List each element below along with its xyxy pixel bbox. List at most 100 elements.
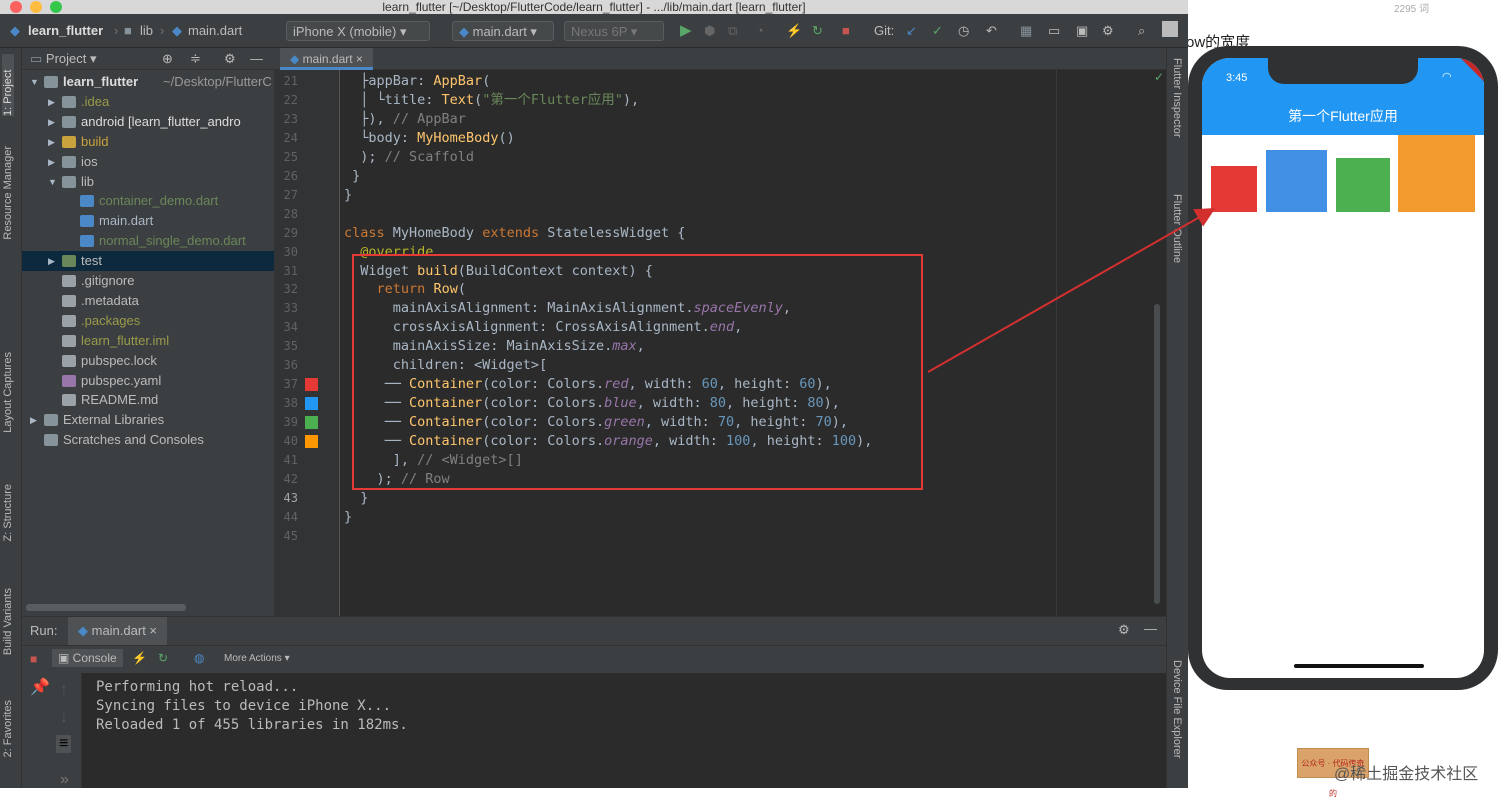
hide-panel-icon[interactable]: — <box>250 48 263 70</box>
close-window-icon[interactable] <box>10 1 22 13</box>
hide-panel-icon[interactable]: — <box>1144 621 1157 636</box>
code-line[interactable]: ├appBar: AppBar( <box>344 72 490 91</box>
chevron-right-icon[interactable]: ▶ <box>48 132 60 152</box>
horizontal-scrollbar[interactable] <box>26 604 186 611</box>
tree-item[interactable]: ▶ test <box>22 251 274 272</box>
tree-item[interactable]: .metadata <box>22 291 274 311</box>
emulator-selector[interactable]: Nexus 6P ▾ <box>564 21 664 41</box>
color-swatch-icon[interactable] <box>305 397 318 411</box>
tree-item[interactable]: .packages <box>22 311 274 331</box>
locate-icon[interactable]: ⊕ <box>162 48 173 70</box>
tree-item[interactable]: ▼ lib <box>22 172 274 192</box>
chevron-down-icon[interactable]: ▼ <box>48 172 60 192</box>
chevron-right-icon[interactable]: ▶ <box>48 112 60 132</box>
code-line[interactable]: │ └title: Text("第一个Flutter应用"), <box>344 91 639 110</box>
chevron-right-icon[interactable]: ▶ <box>30 410 42 430</box>
tree-item[interactable]: ▶ build <box>22 132 274 152</box>
more-icon[interactable]: » <box>60 771 69 788</box>
code-line[interactable]: ├), // AppBar <box>344 110 466 129</box>
hot-restart-icon[interactable]: ↻ <box>812 21 823 41</box>
devtools-icon[interactable]: ◍ <box>194 651 204 665</box>
project-panel-title[interactable]: Project <box>46 51 86 66</box>
tab-favorites[interactable]: 2: Favorites <box>2 700 14 757</box>
breadcrumb-project[interactable]: learn_flutter <box>28 21 103 41</box>
breadcrumb-file[interactable]: main.dart <box>188 21 242 41</box>
console-tab[interactable]: ▣ Console <box>52 649 123 667</box>
tree-item[interactable]: ▶ ios <box>22 152 274 172</box>
search-icon[interactable]: ⌕ <box>1138 21 1145 41</box>
chevron-down-icon[interactable]: ▼ <box>30 72 42 92</box>
gear-icon[interactable]: ⚙ <box>224 48 236 70</box>
avatar[interactable] <box>1162 21 1178 37</box>
maximize-window-icon[interactable] <box>50 1 62 13</box>
tree-item[interactable]: Scratches and Consoles <box>22 430 274 450</box>
vertical-scrollbar[interactable] <box>1154 304 1160 604</box>
git-commit-icon[interactable]: ✓ <box>932 21 943 41</box>
run-icon[interactable]: ▶ <box>680 21 692 41</box>
sdk-manager-icon[interactable]: ▭ <box>1048 21 1060 41</box>
project-panel-header: ▭ Project ▾ ⊕ ≑ ⚙ — <box>22 48 274 70</box>
tree-item[interactable]: pubspec.lock <box>22 351 274 371</box>
more-actions-button[interactable]: More Actions ▾ <box>224 653 290 664</box>
tab-device-file-explorer[interactable]: Device File Explorer <box>1171 660 1183 758</box>
tree-item[interactable]: container_demo.dart <box>22 191 274 211</box>
hot-reload-icon[interactable]: ⚡ <box>132 651 147 665</box>
code-line[interactable]: } <box>344 489 368 508</box>
hot-reload-icon[interactable]: ⚡ <box>786 21 802 41</box>
color-swatch-icon[interactable] <box>305 435 318 449</box>
run-tab-main-dart[interactable]: ◆ main.dart × <box>68 617 168 645</box>
pin-icon[interactable]: 📌 <box>30 677 50 697</box>
device-selector[interactable]: iPhone X (mobile) ▾ <box>286 21 430 41</box>
git-history-icon[interactable]: ◷ <box>958 21 969 41</box>
home-indicator[interactable] <box>1294 664 1424 668</box>
tree-item[interactable]: main.dart <box>22 211 274 231</box>
tree-item[interactable]: README.md <box>22 390 274 410</box>
run-config-selector[interactable]: ◆ main.dart ▾ <box>452 21 554 41</box>
tab-resource-manager[interactable]: Resource Manager <box>2 146 14 240</box>
stop-icon[interactable]: ■ <box>842 21 850 41</box>
tree-item[interactable]: ▶ External Libraries <box>22 410 274 430</box>
tab-layout-captures[interactable]: Layout Captures <box>2 352 14 433</box>
tab-build-variants[interactable]: Build Variants <box>2 588 14 655</box>
tree-item[interactable]: normal_single_demo.dart <box>22 231 274 251</box>
avd-manager-icon[interactable]: ▣ <box>1076 21 1088 41</box>
tab-flutter-outline[interactable]: Flutter Outline <box>1171 194 1183 263</box>
code-line[interactable]: } <box>344 508 352 527</box>
settings-sync-icon[interactable]: ⚙ <box>1102 21 1114 41</box>
breadcrumb-lib[interactable]: lib <box>140 21 153 41</box>
attach-icon[interactable]: ⧉ <box>728 21 737 41</box>
code-line[interactable]: } <box>344 167 360 186</box>
chevron-right-icon[interactable]: ▶ <box>48 92 60 112</box>
scroll-down-icon[interactable]: ↓ <box>60 709 68 727</box>
gear-icon[interactable]: ⚙ <box>1118 622 1130 638</box>
color-swatch-icon[interactable] <box>305 378 318 392</box>
scroll-up-icon[interactable]: ↑ <box>60 681 68 699</box>
code-line[interactable]: └body: MyHomeBody() <box>344 129 514 148</box>
debug-icon[interactable]: ⬢ <box>704 21 715 41</box>
hot-restart-icon[interactable]: ↻ <box>158 651 168 665</box>
tree-item[interactable]: pubspec.yaml <box>22 371 274 391</box>
code-line[interactable]: ); // Scaffold <box>344 148 474 167</box>
color-swatch-icon[interactable] <box>305 416 318 430</box>
tree-item[interactable]: ▶ .idea <box>22 92 274 112</box>
tab-flutter-inspector[interactable]: Flutter Inspector <box>1171 58 1183 137</box>
tree-item[interactable]: ▼ learn_flutter ~/Desktop/FlutterC <box>22 72 274 92</box>
minimize-window-icon[interactable] <box>30 1 42 13</box>
git-rollback-icon[interactable]: ↶ <box>986 21 997 41</box>
tree-item[interactable]: .gitignore <box>22 271 274 291</box>
soft-wrap-icon[interactable]: ≡ <box>56 735 72 753</box>
git-update-icon[interactable]: ↙ <box>906 21 917 41</box>
tree-item[interactable]: learn_flutter.iml <box>22 331 274 351</box>
tree-item[interactable]: ▶ android [learn_flutter_andro <box>22 112 274 132</box>
tab-structure[interactable]: Z: Structure <box>2 484 14 541</box>
project-structure-icon[interactable]: ▦ <box>1020 21 1032 41</box>
stop-icon[interactable]: ■ <box>30 652 37 666</box>
code-line[interactable]: class MyHomeBody extends StatelessWidget… <box>344 224 685 243</box>
profile-icon[interactable]: ◔ <box>756 21 764 41</box>
tab-project[interactable]: 1: Project <box>2 54 14 116</box>
collapse-all-icon[interactable]: ≑ <box>190 48 201 70</box>
chevron-right-icon[interactable]: ▶ <box>48 251 60 271</box>
tab-main-dart[interactable]: ◆ main.dart × <box>280 48 373 70</box>
chevron-right-icon[interactable]: ▶ <box>48 152 60 172</box>
code-line[interactable]: } <box>344 186 352 205</box>
